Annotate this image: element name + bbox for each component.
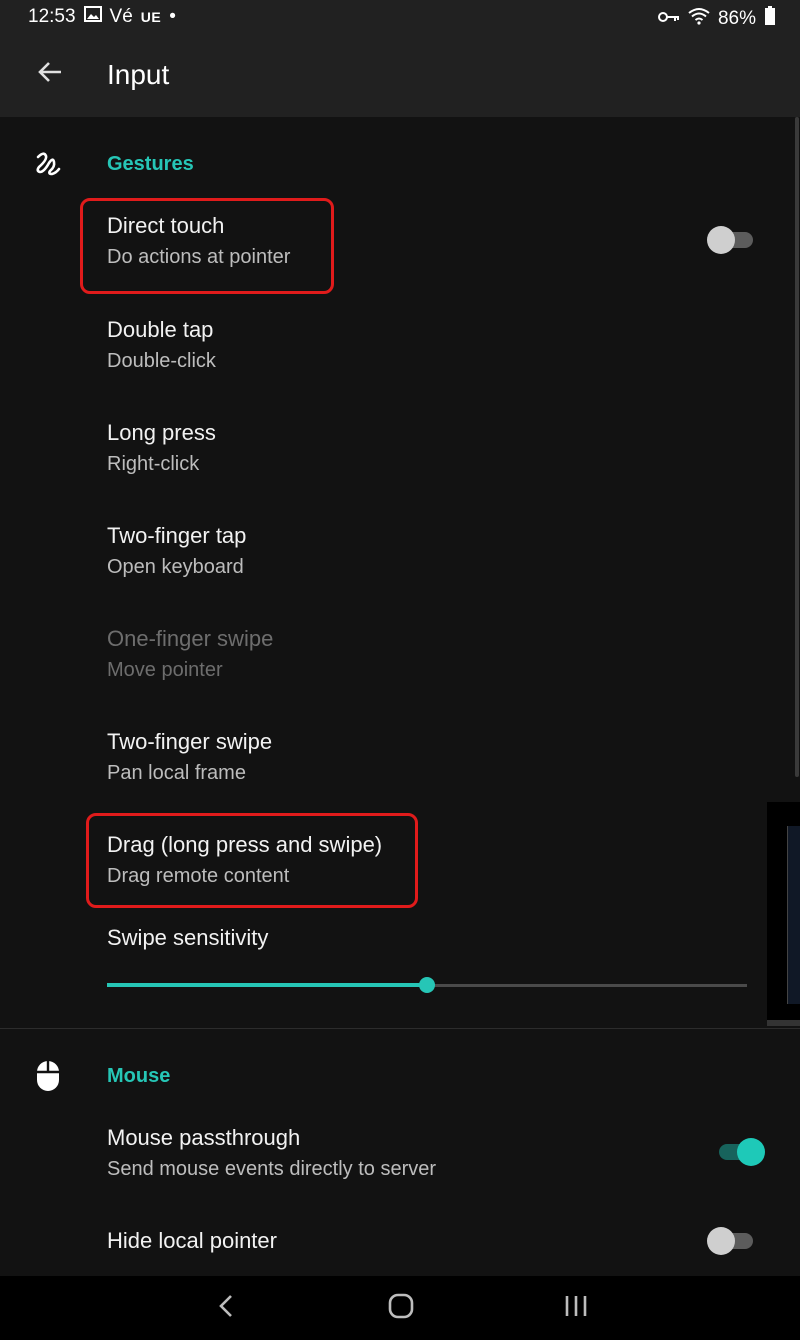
navigation-bar [0,1276,800,1340]
setting-title: Swipe sensitivity [107,925,269,950]
back-icon [218,1294,234,1323]
setting-subtitle: Pan local frame [107,762,246,784]
nav-back-button[interactable] [206,1290,246,1326]
setting-subtitle: Send mouse events directly to server [107,1158,437,1180]
carrier-label: Vé [109,6,133,27]
thumbnail-content [787,826,800,1004]
setting-title: Double tap [107,317,214,342]
setting-title: Mouse passthrough [107,1125,301,1150]
thumbnail-taskbar [767,1020,800,1026]
section-header-gestures: Gestures [107,153,194,175]
highlight-box [80,198,334,294]
home-icon [388,1293,414,1324]
toggle-thumb [707,226,735,254]
setting-long-press[interactable]: Long press Right-click [107,419,216,478]
nav-home-button[interactable] [381,1290,421,1326]
setting-subtitle: Right-click [107,453,200,475]
slider-thumb[interactable] [419,977,435,993]
setting-title: Two-finger tap [107,523,247,548]
setting-subtitle: Move pointer [107,659,223,681]
section-header-mouse: Mouse [107,1065,171,1087]
carrier-label-2: UE [140,9,162,25]
page-title: Input [107,59,170,90]
gallery-icon [83,6,102,28]
notification-dot: • [169,6,176,27]
remote-screen-thumbnail[interactable] [767,802,800,1026]
setting-double-tap[interactable]: Double tap Double-click [107,316,216,375]
arrow-left-icon [37,60,63,89]
slider-fill [107,983,427,987]
setting-title: Long press [107,420,216,445]
key-icon [657,8,680,30]
battery-icon [764,6,776,32]
toggle-thumb [707,1227,735,1255]
section-divider [0,1028,800,1029]
toggle-thumb [737,1138,765,1166]
back-button[interactable] [30,54,70,94]
nav-recents-button[interactable] [556,1290,596,1326]
setting-two-finger-tap[interactable]: Two-finger tap Open keyboard [107,522,246,581]
setting-one-finger-swipe: One-finger swipe Move pointer [107,625,273,684]
app-bar: Input [0,34,800,117]
setting-hide-local-pointer[interactable]: Hide local pointer [107,1227,277,1255]
setting-two-finger-swipe[interactable]: Two-finger swipe Pan local frame [107,728,272,787]
setting-title: One-finger swipe [107,626,274,651]
status-time: 12:53 [28,6,76,27]
setting-mouse-passthrough[interactable]: Mouse passthrough Send mouse events dire… [107,1124,436,1183]
gesture-icon [30,146,66,182]
wifi-icon [688,7,710,31]
hide-local-pointer-toggle[interactable] [707,1225,757,1255]
mouse-passthrough-toggle[interactable] [715,1136,765,1166]
highlight-box [86,813,418,908]
setting-swipe-sensitivity: Swipe sensitivity [107,924,268,952]
setting-title: Two-finger swipe [107,729,273,754]
mouse-icon [30,1058,66,1094]
direct-touch-toggle[interactable] [707,224,757,254]
swipe-sensitivity-slider[interactable] [107,974,747,996]
scrollbar[interactable] [795,117,799,777]
status-bar: 12:53 Vé UE • 86% [0,0,800,34]
setting-subtitle: Double-click [107,350,216,372]
recents-icon [564,1294,588,1323]
setting-subtitle: Open keyboard [107,556,244,578]
setting-title: Hide local pointer [107,1228,277,1253]
battery-percent: 86% [717,8,756,29]
